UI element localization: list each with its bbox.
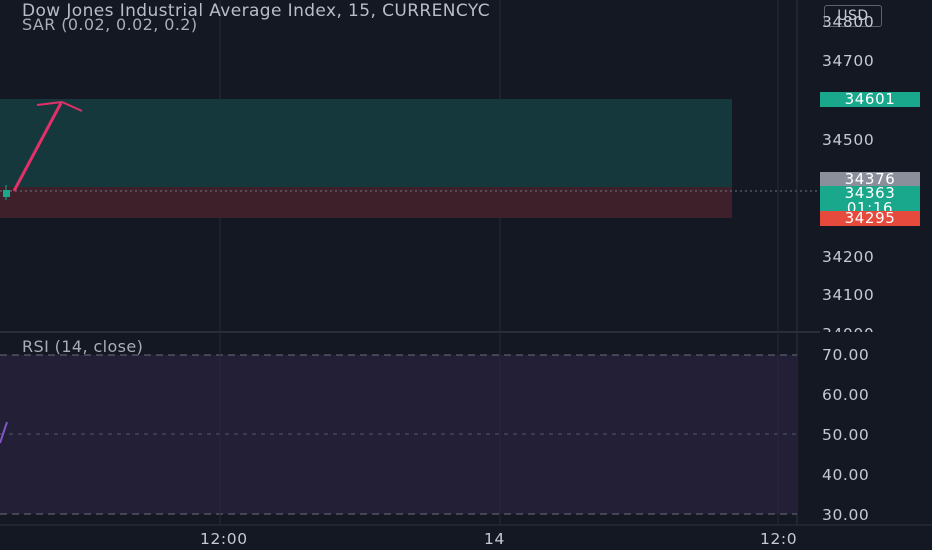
sar-indicator-label[interactable]: SAR (0.02, 0.02, 0.2) bbox=[22, 15, 198, 34]
time-tick: 12:0 bbox=[760, 530, 798, 548]
chart-area[interactable]: Dow Jones Industrial Average Index, 15, … bbox=[0, 0, 932, 550]
stop-loss-zone[interactable] bbox=[0, 187, 732, 218]
rsi-tick: 50.00 bbox=[822, 426, 870, 444]
time-tick: 14 bbox=[484, 530, 505, 548]
price-tick: 34100 bbox=[822, 286, 875, 304]
stop-loss-price-tag[interactable]: 34295 bbox=[820, 211, 920, 226]
price-tick: 34200 bbox=[822, 248, 875, 266]
price-tick: 34000 bbox=[822, 325, 874, 332]
rsi-tick: 70.00 bbox=[822, 346, 870, 364]
time-tick: 12:00 bbox=[200, 530, 248, 548]
chart-canvas[interactable] bbox=[0, 0, 932, 550]
rsi-tick: 40.00 bbox=[822, 466, 870, 484]
rsi-tick: 60.00 bbox=[822, 386, 870, 404]
take-profit-zone[interactable] bbox=[0, 99, 732, 187]
rsi-indicator-label[interactable]: RSI (14, close) bbox=[22, 337, 143, 356]
price-tick: 34700 bbox=[822, 52, 875, 70]
take-profit-price-tag[interactable]: 34601 bbox=[820, 92, 920, 107]
price-tick: 34800 bbox=[822, 13, 875, 31]
price-tick: 34500 bbox=[822, 131, 875, 149]
rsi-tick: 30.00 bbox=[822, 506, 870, 524]
